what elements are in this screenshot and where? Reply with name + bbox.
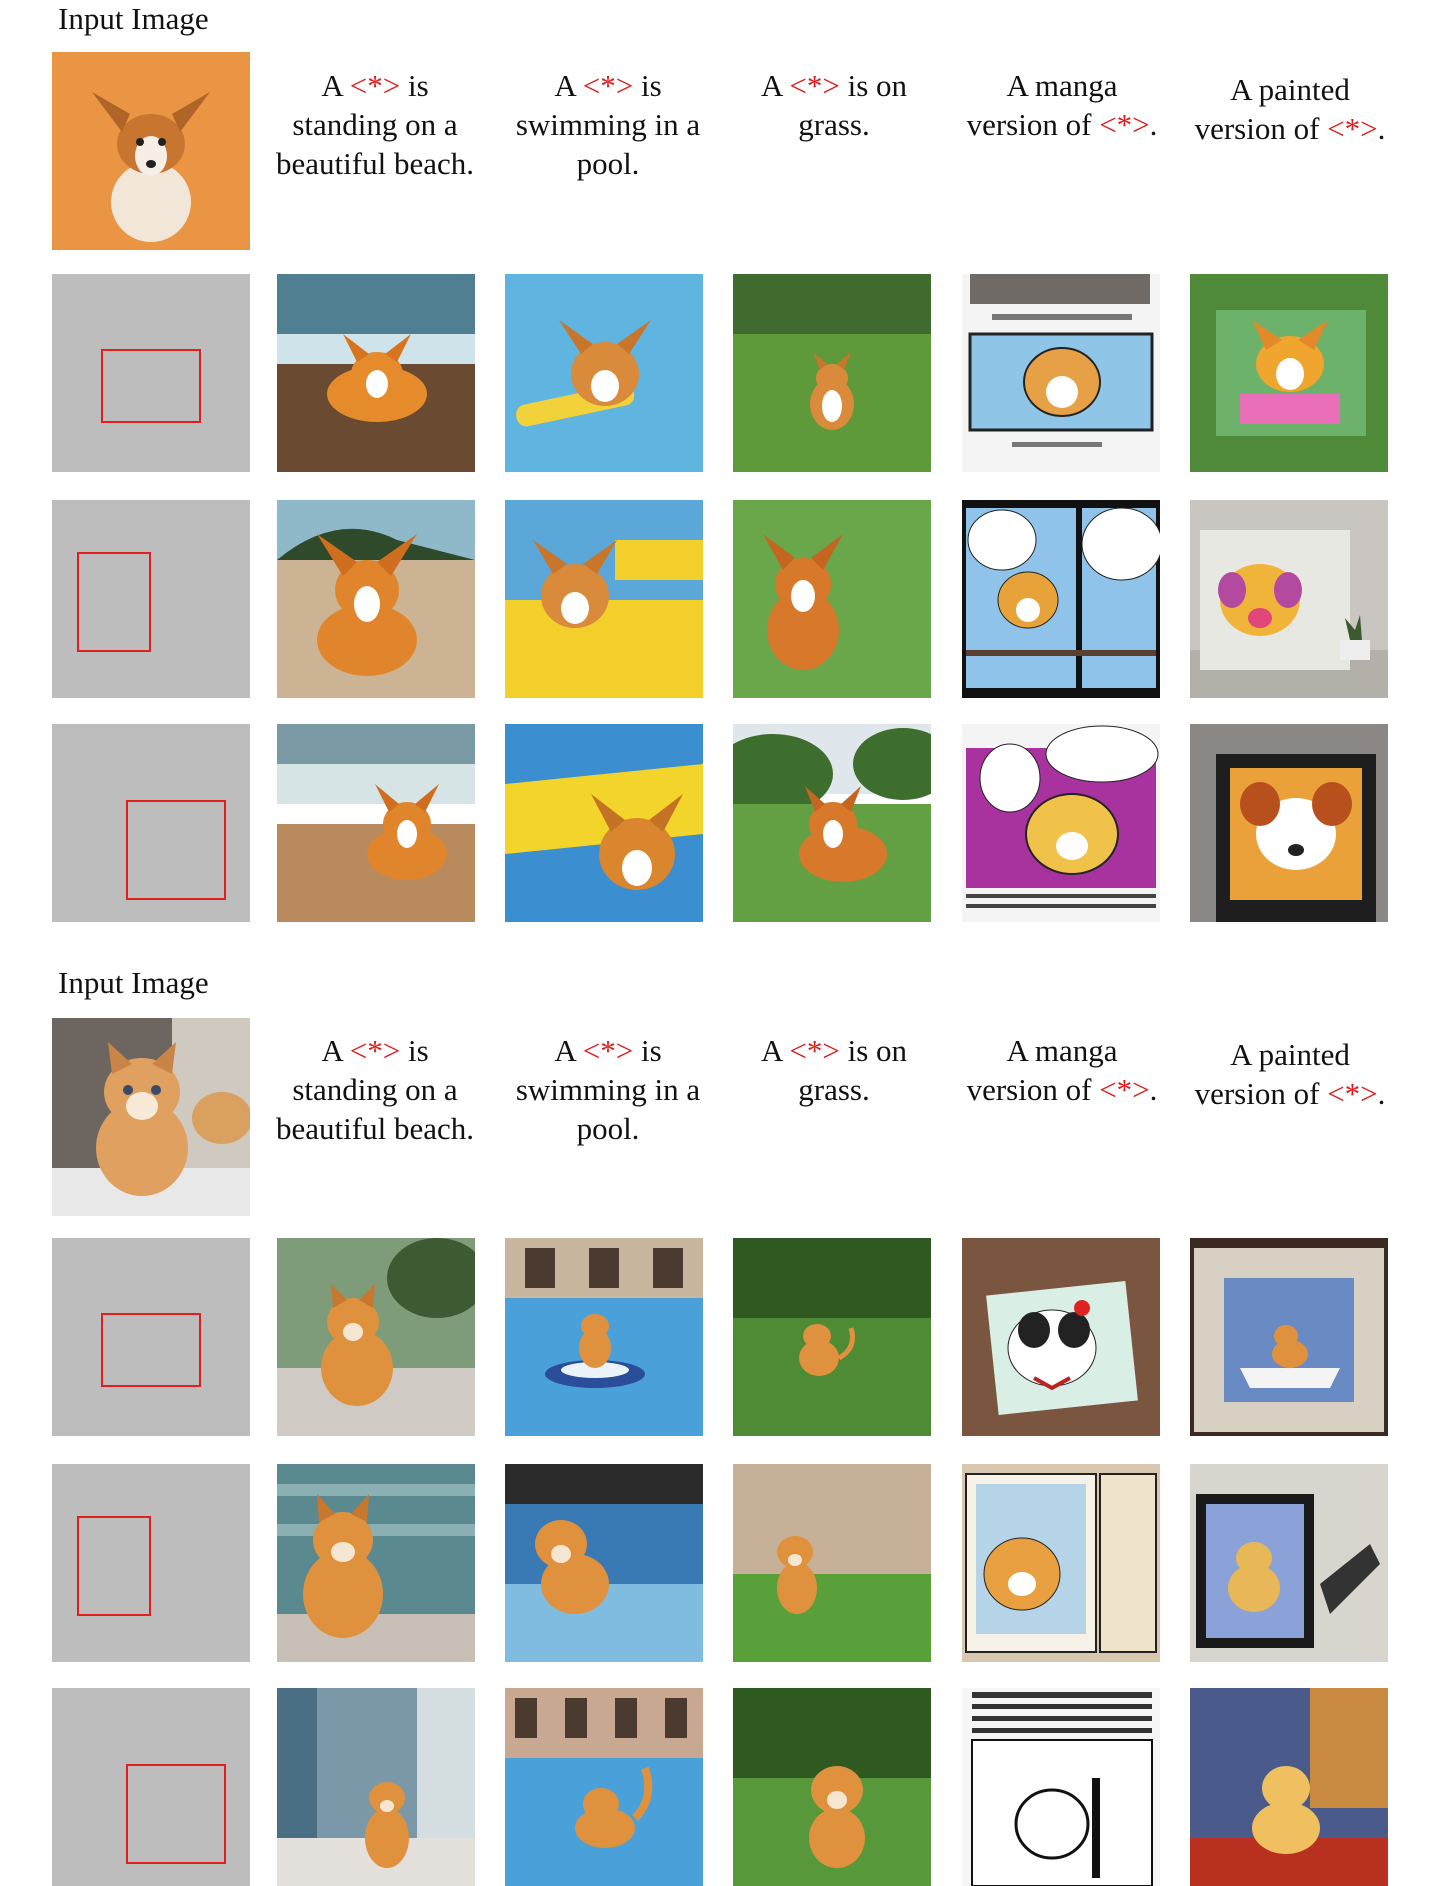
prompt-text-pre: A <box>321 68 350 103</box>
placeholder-token: <*> <box>1327 111 1378 146</box>
placeholder-token: <*> <box>789 68 840 103</box>
generated-image-grass <box>733 724 931 922</box>
generated-image-painted <box>1190 1688 1388 1886</box>
generated-image-beach <box>277 724 475 922</box>
prompt-text-post: . <box>1377 1076 1386 1111</box>
generated-image-beach <box>277 274 475 472</box>
generated-image-manga <box>962 500 1160 698</box>
mask-region <box>77 1516 151 1616</box>
prompt-text-pre: A manga version of <box>966 68 1118 142</box>
generated-image-beach <box>277 1238 475 1436</box>
mask-image <box>52 1688 250 1886</box>
mask-image <box>52 1464 250 1662</box>
placeholder-token: <*> <box>582 68 634 103</box>
generated-image-grass <box>733 274 931 472</box>
generated-image-grass <box>733 1238 931 1436</box>
input-image-kitten <box>52 1018 250 1216</box>
generated-image-pool <box>505 1238 703 1436</box>
generated-image-manga <box>962 1238 1160 1436</box>
prompt-text-pre: A <box>321 1033 350 1068</box>
input-image-label: Input Image <box>58 965 209 1000</box>
generated-image-manga <box>962 1464 1160 1662</box>
prompt-painted: A painted version of <*>. <box>1190 1035 1390 1113</box>
mask-image <box>52 1238 250 1436</box>
generated-image-painted <box>1190 724 1388 922</box>
generated-image-manga <box>962 724 1160 922</box>
placeholder-token: <*> <box>349 1033 401 1068</box>
generated-image-pool <box>505 724 703 922</box>
generated-image-pool <box>505 500 703 698</box>
prompt-text-pre: A <box>760 68 790 103</box>
mask-region <box>126 800 226 900</box>
generated-image-grass <box>733 1688 931 1886</box>
placeholder-token: <*> <box>1099 107 1150 142</box>
mask-region <box>101 349 201 423</box>
prompt-pool: A <*> is swimming in a pool. <box>508 1031 708 1148</box>
generated-image-beach <box>277 1464 475 1662</box>
generated-image-painted <box>1190 1238 1388 1436</box>
generated-image-painted <box>1190 274 1388 472</box>
generated-image-pool <box>505 1688 703 1886</box>
prompt-text-pre: A manga version of <box>966 1033 1118 1107</box>
prompt-text-pre: A <box>760 1033 790 1068</box>
mask-region <box>126 1764 226 1864</box>
generated-image-pool <box>505 1464 703 1662</box>
prompt-beach: A <*> is standing on a beautiful beach. <box>275 66 475 183</box>
generated-image-beach <box>277 500 475 698</box>
placeholder-token: <*> <box>582 1033 634 1068</box>
prompt-text-post: . <box>1149 107 1158 142</box>
prompt-pool: A <*> is swimming in a pool. <box>508 66 708 183</box>
mask-region <box>101 1313 201 1387</box>
placeholder-token: <*> <box>1327 1076 1378 1111</box>
mask-image <box>52 274 250 472</box>
prompt-text-pre: A <box>554 1033 583 1068</box>
generated-image-grass <box>733 1464 931 1662</box>
placeholder-token: <*> <box>1099 1072 1150 1107</box>
prompt-painted: A painted version of <*>. <box>1190 70 1390 148</box>
prompt-manga: A manga version of <*>. <box>962 1031 1162 1109</box>
prompt-text-post: . <box>1149 1072 1158 1107</box>
mask-image <box>52 724 250 922</box>
generated-image-painted <box>1190 500 1388 698</box>
prompt-text-post: . <box>1377 111 1386 146</box>
prompt-manga: A manga version of <*>. <box>962 66 1162 144</box>
generated-image-grass <box>733 500 931 698</box>
generated-image-painted <box>1190 1464 1388 1662</box>
mask-region <box>77 552 151 652</box>
input-image-corgi <box>52 52 250 250</box>
mask-image <box>52 500 250 698</box>
prompt-beach: A <*> is standing on a beautiful beach. <box>275 1031 475 1148</box>
generated-image-manga <box>962 1688 1160 1886</box>
input-image-label: Input Image <box>58 1 209 36</box>
prompt-grass: A <*> is on grass. <box>734 66 934 144</box>
generated-image-pool <box>505 274 703 472</box>
prompt-grass: A <*> is on grass. <box>734 1031 934 1109</box>
placeholder-token: <*> <box>349 68 401 103</box>
prompt-text-pre: A <box>554 68 583 103</box>
generated-image-beach <box>277 1688 475 1886</box>
placeholder-token: <*> <box>789 1033 840 1068</box>
generated-image-manga <box>962 274 1160 472</box>
